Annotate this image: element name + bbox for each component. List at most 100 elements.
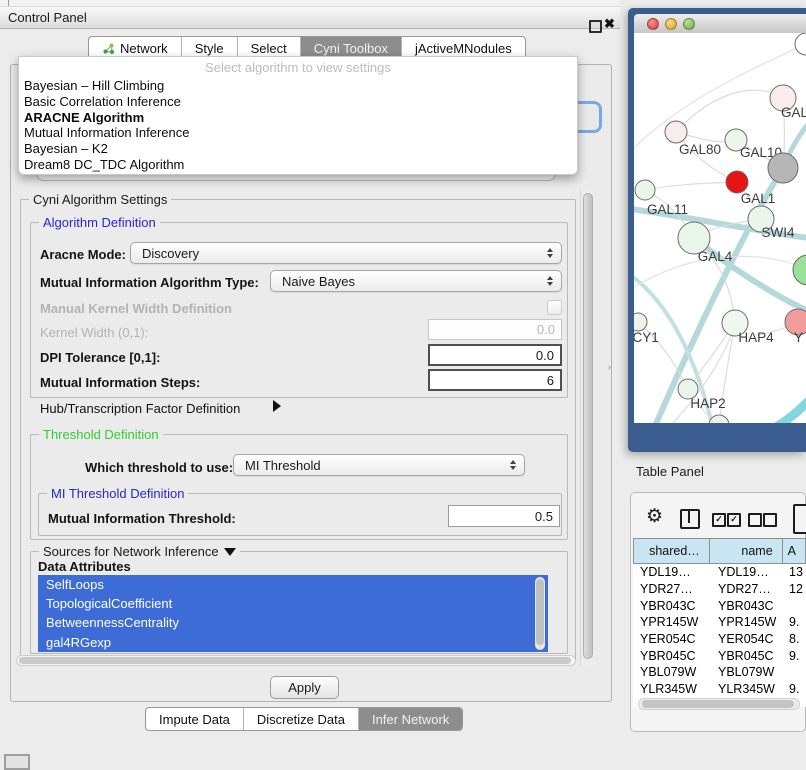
node-label: GAL11	[647, 202, 688, 217]
panel-divider-grip[interactable]: ›	[608, 362, 611, 372]
which-threshold-value: MI Threshold	[245, 458, 321, 473]
table-cell: YDL19…	[711, 565, 785, 579]
network-node[interactable]	[768, 153, 798, 183]
scrollbar-thumb[interactable]	[642, 700, 794, 708]
mi-steps-input[interactable]: 6	[428, 369, 562, 391]
data-attribute-item[interactable]: SelfLoops	[38, 575, 548, 594]
node-label: GAL80	[679, 142, 721, 157]
apply-button[interactable]: Apply	[270, 676, 339, 699]
algorithm-option[interactable]: Bayesian – Hill Climbing	[19, 78, 577, 94]
tab-discretize-data[interactable]: Discretize Data	[243, 708, 358, 730]
float-panel-icon[interactable]	[589, 20, 602, 33]
node-label: HAP2	[690, 396, 725, 411]
mi-threshold-input[interactable]: 0.5	[448, 505, 560, 527]
algorithm-definition-title: Algorithm Definition	[39, 215, 160, 230]
node-label: Y	[794, 330, 803, 345]
unchecked-checkbox-icon[interactable]	[763, 513, 777, 527]
node-label: HAP4	[738, 330, 774, 345]
table-cell: YLR345W	[633, 682, 711, 696]
scrollbar-thumb[interactable]	[536, 579, 544, 645]
table-cell: YDR27…	[633, 582, 711, 596]
tab-label: Cyni Toolbox	[314, 41, 388, 56]
tab-infer-network[interactable]: Infer Network	[358, 708, 462, 730]
algorithm-dropdown-popup: Select algorithm to view settings Bayesi…	[18, 56, 578, 175]
algorithm-option[interactable]: Mutual Information Inference	[19, 125, 577, 141]
settings-vertical-scrollbar[interactable]	[580, 190, 595, 666]
tab-impute-data[interactable]: Impute Data	[146, 708, 243, 730]
tab-label: Discretize Data	[257, 712, 345, 727]
tab-label: Network	[120, 41, 168, 56]
collapse-arrow-icon[interactable]	[224, 548, 236, 556]
table-cell: YPR145W	[711, 615, 785, 629]
column-header-1[interactable]: shared…	[633, 539, 710, 563]
spinner-arrows-icon	[547, 276, 553, 286]
network-node-gal11[interactable]	[635, 180, 655, 200]
zoom-window-icon[interactable]	[683, 18, 695, 30]
network-icon	[102, 42, 115, 55]
algorithm-dropdown-placeholder: Select algorithm to view settings	[19, 57, 577, 78]
network-node-gal1[interactable]	[726, 171, 748, 193]
table-horizontal-scrollbar[interactable]	[638, 698, 800, 710]
checked-checkbox-icon[interactable]: ✓	[712, 513, 726, 527]
network-node[interactable]	[793, 255, 806, 285]
aracne-mode-combo[interactable]: Discovery	[130, 242, 562, 264]
algorithm-option[interactable]: ARACNE Algorithm	[19, 110, 577, 126]
minimized-panel-stub[interactable]	[4, 754, 30, 770]
column-header-2[interactable]: name	[710, 539, 783, 563]
manual-kernel-width-checkbox[interactable]	[547, 300, 562, 315]
expand-arrow-icon[interactable]	[273, 400, 281, 412]
column-header-3[interactable]: A	[783, 539, 806, 563]
which-threshold-combo[interactable]: MI Threshold	[233, 454, 525, 476]
table-cell: YER054C	[711, 632, 785, 646]
close-window-icon[interactable]	[647, 18, 659, 30]
close-panel-icon[interactable]: ✖	[604, 16, 615, 32]
table-row[interactable]: YDL19…YDL19…13	[633, 564, 806, 581]
network-node-gcy1[interactable]	[634, 313, 647, 331]
table-panel-title: Table Panel	[636, 464, 704, 479]
table-cell: YBR045C	[633, 649, 711, 663]
minimize-window-icon[interactable]	[665, 18, 677, 30]
tab-label: Infer Network	[372, 712, 449, 727]
table-row[interactable]: YLR345WYLR345W9.	[633, 681, 806, 698]
split-columns-icon[interactable]	[680, 509, 700, 529]
attributes-scrollbar[interactable]	[535, 577, 545, 650]
table-row[interactable]: YBR045CYBR045C9.	[633, 647, 806, 664]
table-row[interactable]: YDR27…YDR27…12	[633, 581, 806, 598]
page-icon[interactable]	[793, 504, 806, 534]
data-attribute-item[interactable]: BetweennessCentrality	[38, 613, 548, 632]
algorithm-option[interactable]: Dream8 DC_TDC Algorithm	[19, 157, 577, 173]
spinner-arrows-icon	[510, 460, 516, 470]
table-row[interactable]: YBR043CYBR043C	[633, 597, 806, 614]
table-row[interactable]: YER054CYER054C8.	[633, 631, 806, 648]
kernel-width-input[interactable]: 0.0	[428, 319, 562, 340]
tab-label: Style	[195, 41, 224, 56]
settings-horizontal-scrollbar[interactable]	[16, 655, 576, 666]
network-window-titlebar[interactable]	[634, 14, 806, 33]
mi-algorithm-type-combo[interactable]: Naive Bayes	[270, 270, 562, 292]
scrollbar-thumb[interactable]	[19, 657, 571, 664]
unchecked-checkbox-icon[interactable]	[748, 513, 762, 527]
sources-title: Sources for Network Inference	[43, 544, 219, 559]
gear-icon[interactable]: ⚙	[646, 505, 663, 528]
algorithm-option[interactable]: Basic Correlation Inference	[19, 94, 577, 110]
dpi-tolerance-input[interactable]: 0.0	[428, 344, 562, 366]
checked-checkbox-icon[interactable]: ✓	[727, 513, 741, 527]
table-cell: 9.	[785, 649, 806, 663]
mi-threshold-label: Mutual Information Threshold:	[48, 511, 236, 526]
table-row[interactable]: YBL079WYBL079W	[633, 664, 806, 681]
data-attribute-item[interactable]: TopologicalCoefficient	[38, 594, 548, 613]
node-label: GAL1	[741, 191, 776, 206]
data-attribute-item[interactable]: gal4RGexp	[38, 633, 548, 652]
table-row[interactable]: YPR145WYPR145W9.	[633, 614, 806, 631]
network-nodes: GAL80GAL10GALGAL1SWI4GAL11GAL4GCY1HAP4YH…	[634, 33, 806, 423]
table-cell: YBL079W	[711, 665, 785, 679]
tab-label: Select	[251, 41, 287, 56]
scrollbar-thumb[interactable]	[583, 193, 593, 659]
bottom-tabbar: Impute Data Discretize Data Infer Network	[145, 707, 463, 731]
data-attributes-list: SelfLoopsTopologicalCoefficientBetweenne…	[38, 575, 548, 652]
algorithm-option[interactable]: Bayesian – K2	[19, 141, 577, 157]
network-view-canvas[interactable]: GAL80GAL10GALGAL1SWI4GAL11GAL4GCY1HAP4YH…	[634, 33, 806, 423]
hub-definition-label[interactable]: Hub/Transcription Factor Definition	[40, 401, 240, 416]
network-node[interactable]	[795, 33, 806, 55]
network-node-gal80[interactable]	[665, 121, 687, 143]
